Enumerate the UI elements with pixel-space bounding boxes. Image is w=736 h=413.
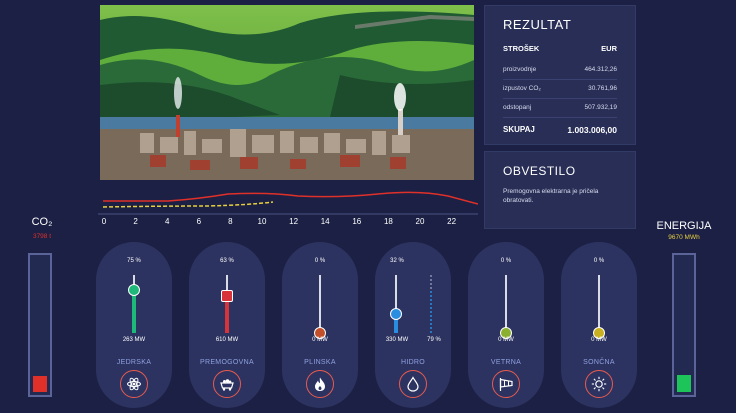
plant-power: 0 MW xyxy=(312,337,328,343)
plant-toggle-button[interactable] xyxy=(213,370,241,398)
notice-panel: OBVESTILO Premogovna elektrarna je priče… xyxy=(484,151,636,229)
plant-power: 0 MW xyxy=(591,337,607,343)
plant-slider-handle[interactable] xyxy=(221,290,233,303)
timeline-tick: 18 xyxy=(383,217,393,226)
result-header: STROŠEK EUR xyxy=(503,44,617,53)
result-row-value: 464.312,26 xyxy=(584,66,617,73)
city-scene xyxy=(100,5,474,180)
sun-icon xyxy=(591,376,607,392)
plant-card-plinska: 0 % 0 MW PLINSKA xyxy=(282,242,358,408)
plant-card-sončna: 0 % 0 MW SONČNA xyxy=(561,242,637,408)
plant-percent: 75 % xyxy=(127,258,141,264)
result-row-value: 30.761,96 xyxy=(588,85,617,92)
energy-meter xyxy=(672,253,696,397)
co2-title: CO₂ xyxy=(31,216,53,228)
timeline-tick: 2 xyxy=(133,217,138,226)
plant-power: 0 MW xyxy=(498,337,514,343)
plant-toggle-button[interactable] xyxy=(585,370,613,398)
currency-label: EUR xyxy=(601,44,617,53)
plant-slider-handle[interactable] xyxy=(390,308,402,321)
plant-slider-fill xyxy=(132,289,136,333)
result-row-value: 507.932,19 xyxy=(584,104,617,111)
plant-name: PREMOGOVNA xyxy=(200,359,254,366)
total-label: SKUPAJ xyxy=(503,125,535,134)
city-landscape-image xyxy=(100,5,474,180)
atom-icon xyxy=(127,377,141,391)
plant-power: 263 MW xyxy=(122,337,146,343)
hydro-reservoir-level: 79 % xyxy=(427,337,441,343)
plant-toggle-button[interactable] xyxy=(492,370,520,398)
cost-label: STROŠEK xyxy=(503,44,540,53)
result-panel: REZULTAT STROŠEK EUR proizvodnje 464.312… xyxy=(484,5,636,145)
result-total: SKUPAJ 1.003.006,00 xyxy=(503,118,617,135)
plant-percent: 0 % xyxy=(314,258,326,264)
plant-card-vetrna: 0 % 0 MW VETRNA xyxy=(468,242,544,408)
plant-percent: 0 % xyxy=(500,258,512,264)
timeline-tick: 10 xyxy=(257,217,267,226)
energy-value: 9670 MWh xyxy=(668,234,700,241)
plant-slider-track[interactable] xyxy=(598,275,600,333)
result-row-label: odstopanj xyxy=(503,104,532,111)
timeline-tick: 12 xyxy=(289,217,299,226)
gas-flame-icon xyxy=(315,377,325,391)
result-row-label: izpustov CO₂ xyxy=(503,85,541,92)
windsock-icon xyxy=(499,378,513,391)
plant-card-premogovna: 63 % 610 MW PREMOGOVNA xyxy=(189,242,265,408)
plant-name: HIDRO xyxy=(400,359,426,366)
result-title: REZULTAT xyxy=(503,17,572,32)
supply-curve xyxy=(102,201,274,208)
result-row-label: proizvodnje xyxy=(503,66,537,73)
energy-title: ENERGIJA xyxy=(656,220,712,232)
plant-percent: 0 % xyxy=(593,258,605,264)
energy-meter-fill xyxy=(677,374,691,392)
plant-slider-track[interactable] xyxy=(505,275,507,333)
plant-slider-handle[interactable] xyxy=(128,283,140,296)
daily-timeline-chart: 0 2 4 6 8 10 12 14 16 18 20 22 xyxy=(98,180,478,230)
result-row: proizvodnje 464.312,26 xyxy=(503,61,617,80)
timeline-tick: 6 xyxy=(196,217,202,226)
total-value: 1.003.006,00 xyxy=(567,125,617,135)
timeline-tick: 20 xyxy=(415,217,425,226)
notice-text: Premogovna elektrarna je pričela obratov… xyxy=(503,188,599,204)
timeline-tick: 22 xyxy=(447,217,457,226)
timeline-tick: 4 xyxy=(164,217,170,226)
plant-toggle-button[interactable] xyxy=(399,370,427,398)
plant-toggle-button[interactable] xyxy=(306,370,334,398)
plant-toggle-button[interactable] xyxy=(120,370,148,398)
timeline-tick: 0 xyxy=(101,217,107,226)
plant-card-jedrska: 75 % 263 MW JEDRSKA xyxy=(96,242,172,408)
timeline-tick: 8 xyxy=(228,217,233,226)
timeline-tick: 16 xyxy=(352,217,362,226)
plant-percent: 63 % xyxy=(220,258,234,264)
plant-name: SONČNA xyxy=(583,359,615,366)
plant-name: VETRNA xyxy=(490,359,522,366)
co2-meter-fill xyxy=(33,375,47,392)
notice-title: OBVESTILO xyxy=(503,164,576,178)
result-row: izpustov CO₂ 30.761,96 xyxy=(503,80,617,99)
demand-curve xyxy=(103,191,478,205)
plant-name: PLINSKA xyxy=(304,359,336,366)
plant-power: 610 MW xyxy=(215,337,239,343)
water-drop-icon xyxy=(407,376,419,392)
plant-card-hidro: 32 % 330 MW 79 % HIDRO xyxy=(375,242,451,408)
plant-percent: 32 % xyxy=(390,258,404,264)
result-row: odstopanj 507.932,19 xyxy=(503,99,617,118)
timeline-tick: 14 xyxy=(320,217,330,226)
plant-power: 330 MW xyxy=(385,337,409,343)
plant-slider-track[interactable] xyxy=(319,275,321,333)
co2-value: 3798 t xyxy=(32,233,52,240)
plant-name: JEDRSKA xyxy=(116,359,152,366)
coal-cart-icon xyxy=(220,379,234,391)
co2-meter xyxy=(28,253,52,397)
